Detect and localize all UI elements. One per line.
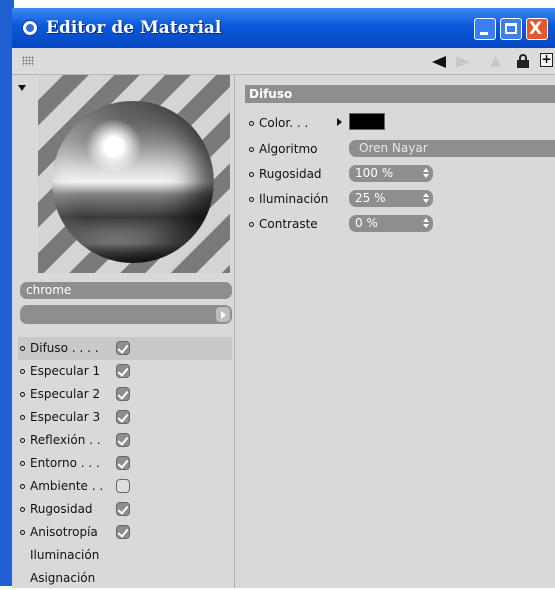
forward-arrow-icon[interactable]: [456, 56, 470, 68]
channel-reflexion[interactable]: Reflexión . .: [18, 429, 232, 452]
left-panel: chrome Difuso . . . . Especular 1 Especu…: [12, 75, 235, 588]
channel-label: Ambiente . .: [30, 479, 104, 493]
section-header-difuso: Difuso: [245, 85, 555, 103]
toolbar: ▲ +: [12, 48, 555, 75]
lock-body: [517, 60, 529, 68]
title-bar[interactable]: Editor de Material X: [12, 8, 555, 48]
spin-arrows-icon[interactable]: [423, 168, 429, 179]
bullet-icon: [249, 172, 254, 177]
illumination-stepper[interactable]: 25 %: [349, 190, 433, 207]
minimize-button[interactable]: [474, 18, 496, 40]
material-editor-window: Editor de Material X ▲ + chrome Difuso .…: [12, 8, 555, 588]
checkbox-especular-1[interactable]: [116, 364, 130, 378]
channel-label: Especular 1: [30, 364, 101, 378]
checkbox-reflexion[interactable]: [116, 433, 130, 447]
checkbox-anisotropia[interactable]: [116, 525, 130, 539]
chevron-right-icon[interactable]: [216, 307, 230, 322]
prop-label: Iluminación: [259, 192, 329, 206]
channel-anisotropia[interactable]: Anisotropía: [18, 521, 232, 544]
bullet-icon: [20, 484, 25, 489]
bullet-icon: [20, 415, 25, 420]
stepper-value: 100 %: [355, 166, 394, 180]
channel-label: Entorno . . .: [30, 456, 100, 470]
channel-label: Especular 3: [30, 410, 101, 424]
bullet-icon: [20, 346, 25, 351]
prop-algoritmo: Algoritmo Oren Nayar: [249, 139, 555, 159]
material-selector[interactable]: [20, 305, 232, 324]
channel-label: Reflexión . .: [30, 433, 101, 447]
channel-entorno[interactable]: Entorno . . .: [18, 452, 232, 475]
stepper-value: 0 %: [355, 216, 378, 230]
contrast-stepper[interactable]: 0 %: [349, 215, 433, 232]
checkbox-especular-2[interactable]: [116, 387, 130, 401]
prop-label: Contraste: [259, 217, 318, 231]
properties-panel: Difuso Color. . . Algoritmo Oren Nayar R…: [235, 75, 555, 588]
checkbox-difuso[interactable]: [116, 341, 130, 355]
item-label: Iluminación: [30, 548, 100, 562]
close-icon: X: [529, 19, 543, 39]
channel-label: Rugosidad: [30, 502, 93, 516]
expand-arrow-icon[interactable]: [337, 118, 342, 126]
channel-label: Anisotropía: [30, 525, 98, 539]
channel-especular-2[interactable]: Especular 2: [18, 383, 232, 406]
material-name-field[interactable]: chrome: [20, 282, 232, 299]
prop-label: Algoritmo: [259, 142, 318, 156]
back-arrow-icon[interactable]: [432, 56, 446, 68]
app-icon: [22, 20, 38, 36]
channel-label: Especular 2: [30, 387, 101, 401]
roughness-stepper[interactable]: 100 %: [349, 165, 433, 182]
dropdown-value: Oren Nayar: [359, 141, 428, 155]
prop-label: Rugosidad: [259, 167, 322, 181]
checkbox-entorno[interactable]: [116, 456, 130, 470]
item-label: Asignación: [30, 571, 96, 585]
checkbox-especular-3[interactable]: [116, 410, 130, 424]
close-button[interactable]: X: [526, 18, 548, 40]
channel-especular-3[interactable]: Especular 3: [18, 406, 232, 429]
prop-label: Color. . .: [259, 116, 309, 130]
bullet-icon: [20, 507, 25, 512]
bullet-icon: [249, 121, 254, 126]
up-icon[interactable]: ▲: [490, 53, 501, 69]
material-preview[interactable]: [38, 75, 230, 273]
channel-difuso[interactable]: Difuso . . . .: [18, 337, 232, 360]
bullet-icon: [20, 392, 25, 397]
spin-arrows-icon[interactable]: [423, 218, 429, 229]
channel-rugosidad[interactable]: Rugosidad: [18, 498, 232, 521]
new-window-icon[interactable]: +: [540, 53, 553, 67]
maximize-icon: [505, 23, 517, 34]
bullet-icon: [20, 369, 25, 374]
channel-list: Difuso . . . . Especular 1 Especular 2 E…: [18, 337, 232, 590]
preview-sphere: [52, 101, 214, 263]
item-asignacion[interactable]: Asignación: [18, 567, 232, 590]
bullet-icon: [20, 461, 25, 466]
window-title: Editor de Material: [46, 18, 222, 38]
bullet-icon: [20, 530, 25, 535]
spin-arrows-icon[interactable]: [423, 193, 429, 204]
stepper-value: 25 %: [355, 191, 386, 205]
channel-especular-1[interactable]: Especular 1: [18, 360, 232, 383]
item-iluminacion[interactable]: Iluminación: [18, 544, 232, 567]
bullet-icon: [20, 438, 25, 443]
algorithm-dropdown[interactable]: Oren Nayar: [349, 140, 555, 157]
channel-label: Difuso . . . .: [30, 341, 99, 355]
minimize-icon: [480, 32, 488, 35]
grip-icon[interactable]: [22, 56, 34, 66]
lock-icon[interactable]: [517, 54, 529, 68]
collapse-triangle-icon[interactable]: [18, 85, 26, 91]
channel-ambiente[interactable]: Ambiente . .: [18, 475, 232, 498]
bullet-icon: [249, 222, 254, 227]
bullet-icon: [249, 147, 254, 152]
checkbox-rugosidad[interactable]: [116, 502, 130, 516]
checkbox-ambiente[interactable]: [116, 479, 130, 493]
bullet-icon: [249, 197, 254, 202]
color-swatch[interactable]: [349, 113, 385, 130]
maximize-button[interactable]: [500, 18, 522, 40]
